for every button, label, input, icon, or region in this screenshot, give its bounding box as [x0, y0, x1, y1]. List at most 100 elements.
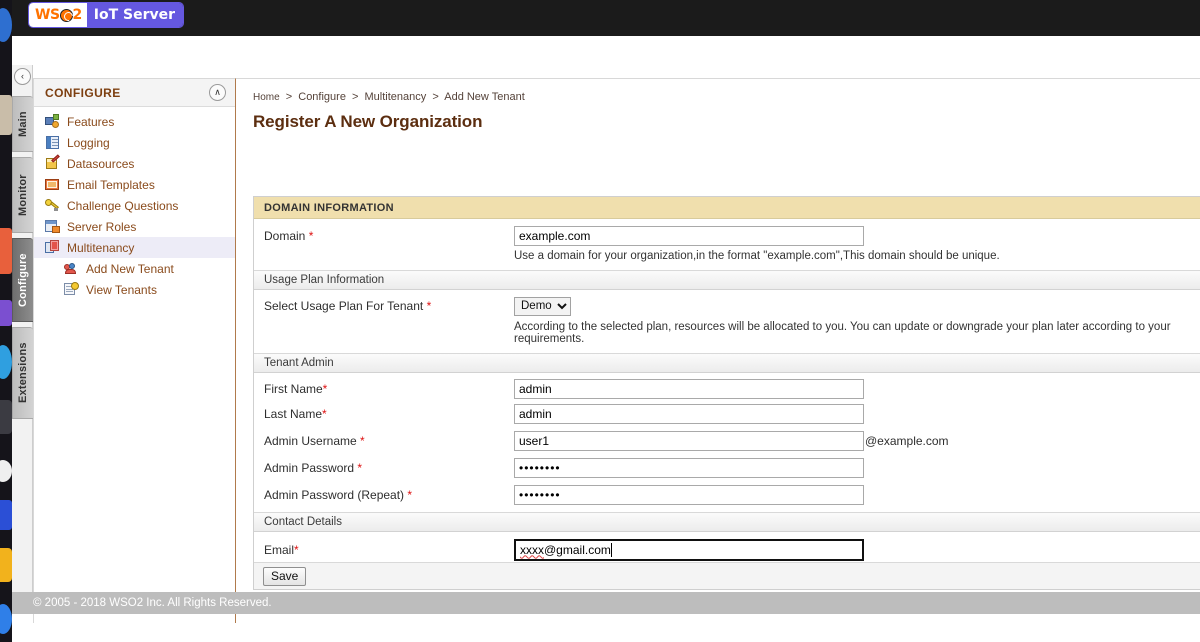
main-content: Home > Configure > Multitenancy > Add Ne…	[236, 78, 1200, 623]
domain-hint: Use a domain for your organization,in th…	[514, 250, 1000, 262]
vertical-menu-rail: ‹ Main Monitor Configure Extensions	[12, 65, 33, 614]
admin-password-repeat-label: Admin Password (Repeat) *	[264, 488, 514, 502]
sidebar-item-multitenancy[interactable]: Multitenancy	[34, 237, 235, 258]
usage-plan-row: Select Usage Plan For Tenant * Demo	[254, 290, 1200, 317]
domain-information-header: DOMAIN INFORMATION	[254, 197, 1200, 219]
sidebar-item-server-roles[interactable]: Server Roles	[34, 216, 235, 237]
required-marker: *	[360, 433, 365, 448]
breadcrumb-separator: >	[352, 91, 359, 103]
admin-password-label: Admin Password *	[264, 461, 514, 475]
logging-icon	[45, 135, 60, 150]
admin-username-label-text: Admin Username	[264, 433, 357, 448]
first-name-input[interactable]	[514, 378, 864, 399]
admin-password-row: Admin Password *	[254, 454, 1200, 481]
contact-details-section-header: Contact Details	[254, 512, 1200, 532]
sidebar-item-email-templates[interactable]: Email Templates	[34, 174, 235, 195]
sidebar-item-challenge-questions[interactable]: Challenge Questions	[34, 195, 235, 216]
wso2-iot-server-logo[interactable]: WS 2 IoT Server	[29, 3, 184, 27]
sidebar-item-label: Datasources	[67, 156, 135, 171]
breadcrumb-item-configure[interactable]: Configure	[298, 91, 346, 103]
breadcrumb-item-home[interactable]: Home	[253, 92, 280, 103]
add-tenant-icon	[64, 261, 79, 276]
tenant-admin-section-header: Tenant Admin	[254, 353, 1200, 373]
sidebar-item-datasources[interactable]: Datasources	[34, 153, 235, 174]
register-organization-form: DOMAIN INFORMATION Domain * Use a domain…	[253, 196, 1200, 590]
sidebar-title: CONFIGURE	[45, 85, 121, 100]
last-name-row: Last Name*	[254, 400, 1200, 427]
wso2-logo-text: WS	[35, 7, 60, 23]
required-marker: *	[308, 228, 314, 243]
decorative-blob	[0, 300, 12, 326]
sidebar-menu: CONFIGURE ∧ Features Logging Datasources…	[33, 78, 236, 623]
key-icon	[45, 198, 60, 213]
page-body: ‹ Main Monitor Configure Extensions CONF…	[12, 36, 1200, 642]
admin-password-repeat-input[interactable]	[514, 484, 864, 505]
page-title: Register A New Organization	[253, 112, 483, 131]
usage-plan-label: Select Usage Plan For Tenant *	[264, 299, 514, 313]
sidebar-collapse-button[interactable]: ∧	[209, 84, 226, 101]
decorative-blob	[0, 8, 12, 42]
required-marker: *	[407, 487, 413, 502]
first-name-row: First Name*	[254, 373, 1200, 400]
email-value-rest: @gmail.com	[544, 542, 611, 557]
copyright-text: © 2005 - 2018 WSO2 Inc. All Rights Reser…	[33, 597, 272, 609]
sidebar-item-view-tenants[interactable]: View Tenants	[34, 279, 235, 300]
decorative-blob	[0, 604, 12, 634]
rail-tab-label: Main	[17, 111, 29, 137]
decorative-blob	[0, 548, 12, 582]
email-input[interactable]: xxxx @gmail.com	[514, 538, 864, 561]
breadcrumb-separator: >	[432, 91, 439, 103]
rail-tab-main[interactable]: Main	[12, 96, 33, 152]
admin-username-label: Admin Username *	[264, 434, 514, 448]
last-name-input[interactable]	[514, 403, 864, 424]
sidebar-item-features[interactable]: Features	[34, 111, 235, 132]
wso2-logo-mark: WS 2	[29, 3, 87, 27]
admin-username-row: Admin Username * @example.com	[254, 427, 1200, 454]
sidebar-item-logging[interactable]: Logging	[34, 132, 235, 153]
product-name-label: IoT Server	[86, 3, 184, 27]
sidebar-item-label: Challenge Questions	[67, 198, 179, 213]
chevron-left-icon: ‹	[21, 71, 24, 81]
email-icon	[45, 177, 60, 192]
background-window-sliver	[0, 0, 12, 642]
first-name-label: First Name*	[264, 382, 514, 396]
last-name-label-text: Last Name	[264, 406, 323, 421]
rail-collapse-button[interactable]: ‹	[14, 68, 31, 85]
sidebar-item-label: Add New Tenant	[86, 261, 174, 276]
chevron-up-icon: ∧	[214, 87, 221, 97]
sidebar-item-label: View Tenants	[86, 282, 157, 297]
decorative-blob	[0, 400, 12, 434]
breadcrumb-item-add-new-tenant[interactable]: Add New Tenant	[444, 91, 525, 103]
admin-password-repeat-row: Admin Password (Repeat) *	[254, 481, 1200, 508]
sidebar-item-label: Server Roles	[67, 219, 137, 234]
page-footer: © 2005 - 2018 WSO2 Inc. All Rights Reser…	[12, 592, 1200, 614]
domain-input[interactable]	[514, 225, 864, 246]
rail-tab-monitor[interactable]: Monitor	[12, 157, 33, 233]
rail-tab-label: Monitor	[17, 174, 29, 216]
save-button[interactable]: Save	[263, 566, 307, 586]
email-control: xxxx @gmail.com	[514, 538, 864, 561]
breadcrumb-item-multitenancy[interactable]: Multitenancy	[365, 91, 427, 103]
usage-plan-select[interactable]: Demo	[514, 296, 571, 316]
wso2-logo-suffix: 2	[72, 7, 83, 23]
email-row: Email* xxxx @gmail.com	[254, 532, 1200, 562]
admin-password-input[interactable]	[514, 457, 864, 478]
admin-password-label-text: Admin Password	[264, 460, 355, 475]
decorative-blob	[0, 95, 12, 135]
email-label-text: Email	[264, 542, 295, 557]
features-icon	[45, 114, 60, 129]
sidebar-item-label: Features	[67, 114, 115, 129]
admin-username-domain-suffix: @example.com	[865, 433, 949, 448]
rail-tab-label: Extensions	[17, 342, 29, 404]
usage-plan-label-text: Select Usage Plan For Tenant	[264, 299, 424, 313]
sidebar-item-add-new-tenant[interactable]: Add New Tenant	[34, 258, 235, 279]
usage-plan-control: Demo	[514, 296, 571, 316]
first-name-label-text: First Name	[264, 381, 323, 396]
domain-label-text: Domain	[264, 228, 306, 243]
rail-tab-configure[interactable]: Configure	[12, 238, 33, 322]
datasources-icon	[45, 154, 60, 171]
rail-tab-extensions[interactable]: Extensions	[12, 327, 33, 419]
admin-username-input[interactable]	[514, 430, 864, 451]
form-actions-bar: Save	[254, 562, 1200, 589]
sidebar-item-label: Multitenancy	[67, 240, 135, 255]
